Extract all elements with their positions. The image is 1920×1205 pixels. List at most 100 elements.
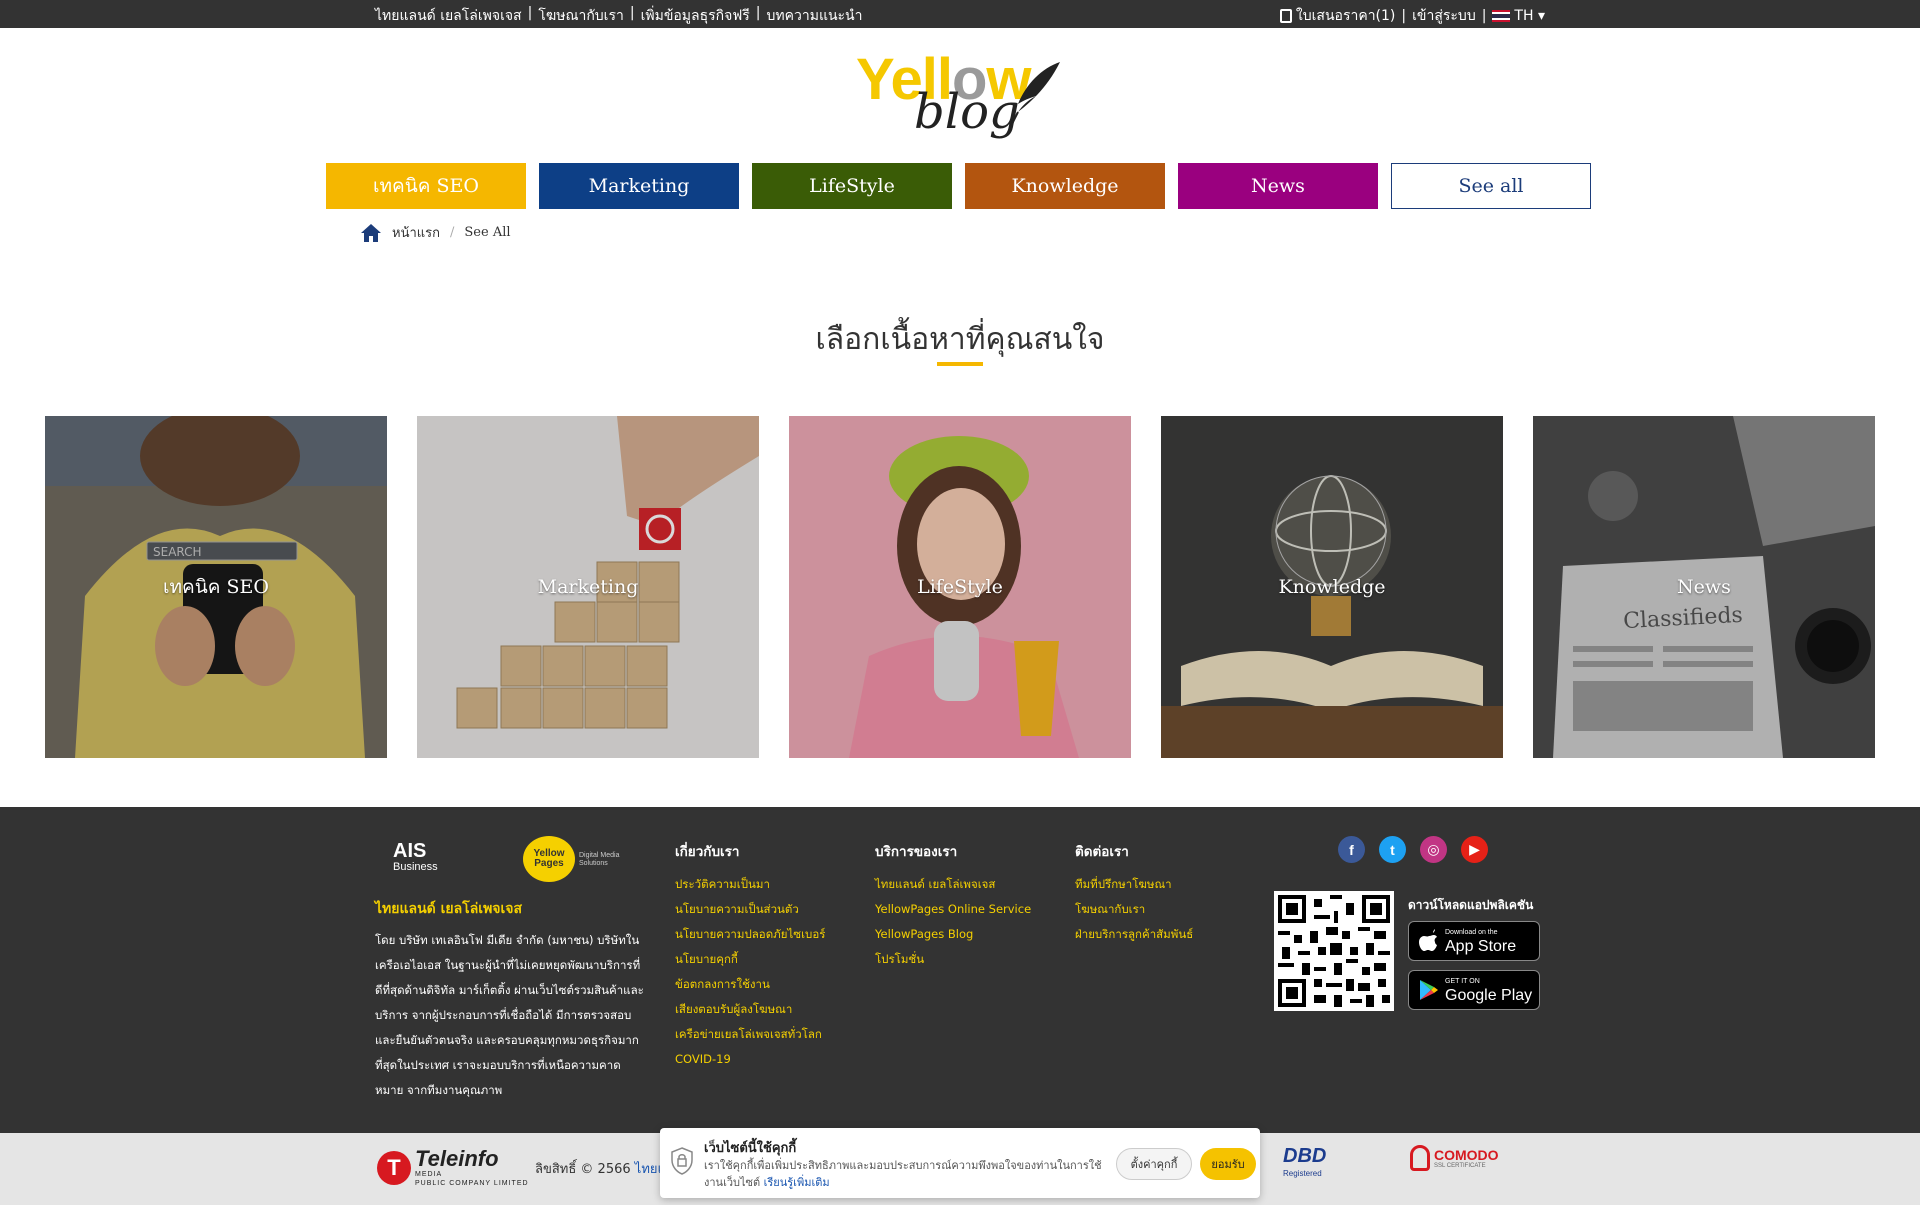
category-nav: เทคนิค SEO Marketing LifeStyle Knowledge… (326, 163, 1591, 209)
cookie-settings-button[interactable]: ตั้งค่าคุกกี้ (1116, 1148, 1192, 1180)
teleinfo-logo[interactable]: T Teleinfo MEDIA PUBLIC COMPANY LIMITED (377, 1148, 529, 1188)
footer-link[interactable]: YellowPages Blog (875, 922, 1031, 947)
breadcrumb-current: See All (464, 225, 511, 240)
top-links: ไทยแลนด์ เยลโล่เพจเจส | โฆษณากับเรา | เพ… (375, 5, 863, 27)
tile-lifestyle[interactable]: LifeStyle (789, 416, 1131, 758)
dbd-registered-logo[interactable]: DBD Registered (1283, 1145, 1327, 1183)
teleinfo-media-text: MEDIA (415, 1171, 443, 1178)
quote-link[interactable]: ใบเสนอราคา(1) (1279, 5, 1396, 27)
footer-link[interactable]: ประวัติความเป็นมา (675, 872, 825, 897)
gplay-small: GET IT ON (1445, 977, 1480, 985)
top-link-articles[interactable]: บทความแนะนำ (767, 5, 863, 27)
yellowpages-logo[interactable]: Yellow Pages (523, 836, 575, 882)
footer-partner-logos: AIS Business Yellow Pages Digital Media S… (393, 836, 633, 886)
title-underline (937, 362, 983, 366)
footer-link[interactable]: ข้อตกลงการใช้งาน (675, 972, 825, 997)
footer-link[interactable]: ทีมที่ปรึกษาโฆษณา (1075, 872, 1193, 897)
footer-col-about: เกี่ยวกับเรา ประวัติความเป็นมา นโยบายควา… (675, 840, 825, 1072)
footer-link[interactable]: โปรโมชั่น (875, 947, 1031, 972)
top-link-add-business[interactable]: เพิ่มข้อมูลธุรกิจฟรี (641, 5, 750, 27)
footer-col-contact: ติดต่อเรา ทีมที่ปรึกษาโฆษณา โฆษณากับเรา … (1075, 840, 1193, 947)
category-news[interactable]: News (1178, 163, 1378, 209)
footer-link[interactable]: เสียงตอบรับผู้ลงโฆษณา (675, 997, 825, 1022)
app-store-button[interactable]: Download on the App Store (1408, 921, 1540, 961)
tile-knowledge[interactable]: Knowledge (1161, 416, 1503, 758)
tile-lifestyle-label: LifeStyle (917, 576, 1003, 598)
footer-col-contact-title: ติดต่อเรา (1075, 844, 1129, 860)
footer-link[interactable]: ไทยแลนด์ เยลโล่เพจเจส (875, 872, 1031, 897)
gplay-label: Google Play (1445, 986, 1533, 1004)
cookie-shield-icon (671, 1147, 693, 1175)
category-seo[interactable]: เทคนิค SEO (326, 163, 526, 209)
category-tiles: SEARCH เทคนิค SEO (45, 416, 1875, 758)
top-account: ใบเสนอราคา(1) | เข้าสู่ระบบ | TH ▾ (1279, 5, 1545, 27)
copyright-text: ลิขสิทธิ์ © 2566 (535, 1162, 631, 1177)
social-links: f t ◎ ▶ (1338, 836, 1488, 863)
footer-link[interactable]: ฝ่ายบริการลูกค้าสัมพันธ์ (1075, 922, 1193, 947)
top-link-yellowpages[interactable]: ไทยแลนด์ เยลโล่เพจเจส (375, 5, 522, 27)
facebook-icon[interactable]: f (1338, 836, 1365, 863)
appstore-small: Download on the (1445, 928, 1498, 936)
category-knowledge[interactable]: Knowledge (965, 163, 1165, 209)
category-lifestyle[interactable]: LifeStyle (752, 163, 952, 209)
cookie-accept-button[interactable]: ยอมรับ (1200, 1148, 1256, 1180)
teleinfo-mark-icon: T (377, 1151, 411, 1185)
footer-link[interactable]: YellowPages Online Service (875, 897, 1031, 922)
ais-business-logo[interactable]: AIS Business (393, 840, 438, 873)
ais-logo-text: AIS (393, 840, 427, 862)
comodo-logo-text: COMODO (1434, 1147, 1499, 1163)
breadcrumb: หน้าแรก / See All (360, 222, 511, 243)
language-label: TH (1514, 8, 1534, 24)
category-marketing[interactable]: Marketing (539, 163, 739, 209)
quill-icon (1009, 62, 1060, 129)
footer-col-services: บริการของเรา ไทยแลนด์ เยลโล่เพจเจส Yello… (875, 840, 1031, 972)
twitter-icon[interactable]: t (1379, 836, 1406, 863)
teleinfo-logo-text: Teleinfo (415, 1146, 499, 1171)
google-play-icon (1420, 980, 1438, 1000)
appstore-label: App Store (1445, 937, 1517, 955)
footer-link[interactable]: โฆษณากับเรา (1075, 897, 1193, 922)
breadcrumb-home[interactable]: หน้าแรก (392, 222, 440, 243)
caret-down-icon: ▾ (1537, 8, 1545, 24)
footer-link[interactable]: เครือข่ายเยลโล่เพจเจสทั่วโลก (675, 1022, 825, 1047)
footer-link[interactable]: นโยบายความเป็นส่วนตัว (675, 897, 825, 922)
footer-link[interactable]: นโยบายคุกกี้ (675, 947, 825, 972)
lock-icon (1410, 1145, 1430, 1171)
home-icon[interactable] (360, 223, 382, 243)
tile-knowledge-label: Knowledge (1278, 576, 1386, 598)
teleinfo-sub-text: PUBLIC COMPANY LIMITED (415, 1180, 529, 1187)
instagram-icon[interactable]: ◎ (1420, 836, 1447, 863)
footer-brand: ไทยแลนด์ เยลโล่เพจเจส (375, 901, 523, 917)
cookie-learn-more-link[interactable]: เรียนรู้เพิ่มเติม (764, 1176, 830, 1189)
footer-link[interactable]: COVID-19 (675, 1047, 825, 1072)
section-title: เลือกเนื้อหาที่คุณสนใจ (815, 322, 1105, 357)
top-link-advertise[interactable]: โฆษณากับเรา (538, 5, 624, 27)
login-link[interactable]: เข้าสู่ระบบ (1412, 5, 1476, 27)
youtube-icon[interactable]: ▶ (1461, 836, 1488, 863)
ais-logo-sub: Business (393, 861, 438, 873)
comodo-ssl-logo[interactable]: COMODO SSL CERTIFICATE (1410, 1145, 1499, 1171)
footer-col-about-title: เกี่ยวกับเรา (675, 844, 740, 860)
dbd-logo-text: DBD (1283, 1145, 1327, 1167)
thai-flag-icon (1492, 10, 1511, 22)
tile-marketing[interactable]: Marketing (417, 416, 759, 758)
tile-seo[interactable]: SEARCH เทคนิค SEO (45, 416, 387, 758)
qr-code-icon (1278, 895, 1390, 1007)
language-select[interactable]: TH ▾ (1492, 8, 1545, 24)
app-download-title: ดาวน์โหลดแอปพลิเคชัน (1408, 898, 1534, 912)
cookie-title: เว็บไซต์นี้ใช้คุกกี้ (704, 1141, 797, 1156)
google-play-button[interactable]: GET IT ON Google Play (1408, 970, 1540, 1010)
top-bar: ไทยแลนด์ เยลโล่เพจเจส | โฆษณากับเรา | เพ… (0, 0, 1920, 28)
yellowpages-logo-sub: Digital Media Solutions (579, 852, 620, 867)
category-see-all[interactable]: See all (1391, 163, 1591, 209)
yellow-blog-logo[interactable]: Yellow blog (856, 46, 1066, 146)
clipboard-icon (1279, 9, 1292, 23)
tile-news[interactable]: Classifieds News (1533, 416, 1875, 758)
cookie-banner: เว็บไซต์นี้ใช้คุกกี้ เราใช้คุกกี้เพื่อเพ… (660, 1128, 1260, 1198)
quote-label: ใบเสนอราคา(1) (1295, 8, 1396, 24)
logo-script: blog (914, 84, 1020, 140)
apple-icon (1419, 929, 1437, 951)
comodo-logo-sub: SSL CERTIFICATE (1434, 1163, 1486, 1169)
footer-link[interactable]: นโยบายความปลอดภัยไซเบอร์ (675, 922, 825, 947)
tile-news-label: News (1677, 576, 1731, 598)
